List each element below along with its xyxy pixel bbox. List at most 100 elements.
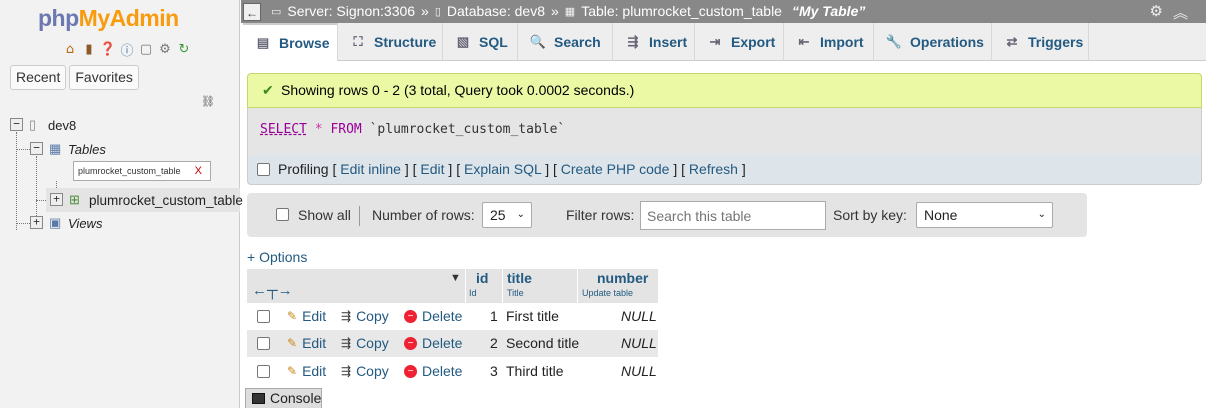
sql-icon: ▧ [456, 34, 470, 49]
copy-icon[interactable]: ▢ [138, 41, 154, 57]
edit-label: Edit [302, 308, 327, 324]
collapse-nav-button[interactable]: ← [243, 3, 261, 21]
options-link[interactable]: + Options [247, 249, 307, 265]
tab-import[interactable]: ⇤ Import [784, 23, 874, 61]
delete-button[interactable]: − Delete [404, 330, 462, 357]
cell-number[interactable]: NULL [621, 358, 657, 385]
create-php-link[interactable]: Create PHP code [561, 161, 670, 177]
collapse-tables-toggle[interactable]: − [30, 142, 43, 155]
column-header-id[interactable]: id Id [465, 269, 502, 303]
pencil-icon: ✎ [287, 364, 298, 378]
row-checkbox[interactable] [257, 310, 270, 323]
row-checkbox[interactable] [257, 337, 270, 350]
profiling-checkbox[interactable] [257, 163, 270, 176]
tab-operations-label: Operations [910, 34, 984, 50]
tables-folder-icon: ▦ [49, 141, 62, 156]
expand-table-toggle[interactable]: + [50, 193, 63, 206]
show-all-checkbox[interactable] [276, 208, 289, 221]
copy-label: Copy [356, 363, 389, 379]
checkmark-icon: ✔ [262, 82, 274, 98]
refresh-link[interactable]: Refresh [689, 161, 738, 177]
delete-button[interactable]: − Delete [404, 358, 462, 385]
tables-node[interactable]: Tables [68, 142, 106, 157]
cell-id[interactable]: 2 [490, 330, 498, 357]
sort-by-key-value: None [924, 207, 958, 223]
table-icon: ▦ [564, 5, 576, 18]
logout-icon[interactable]: ▮ [81, 41, 97, 57]
copy-button[interactable]: ⇶ Copy [341, 303, 389, 330]
views-node[interactable]: Views [68, 216, 102, 231]
filter-rows-input[interactable] [640, 201, 826, 230]
table-filter-input[interactable]: plumrocket_custom_table X [73, 161, 211, 181]
tab-sql-label: SQL [479, 34, 508, 50]
rows-navigation-bar: Show all Number of rows: 25 ⌄ Filter rows… [247, 193, 1087, 237]
favorites-tab[interactable]: Favorites [69, 65, 139, 90]
clear-filter-button[interactable]: X [195, 162, 202, 180]
cell-id[interactable]: 1 [490, 303, 498, 330]
cell-title[interactable]: First title [506, 303, 559, 330]
database-icon: ▯ [29, 117, 37, 132]
sql-query-display[interactable]: SELECT * FROM `plumrocket_custom_table` [247, 108, 1202, 155]
table-node-label[interactable]: plumrocket_custom_table [89, 193, 243, 208]
edit-button[interactable]: ✎ Edit [287, 358, 326, 385]
recent-tab[interactable]: Recent [10, 65, 67, 90]
rows-per-page-select[interactable]: 25 ⌄ [482, 202, 532, 228]
sql-keyword-select[interactable]: SELECT [260, 122, 307, 137]
tab-search-label: Search [554, 34, 601, 50]
row-checkbox[interactable] [257, 365, 270, 378]
reload-icon[interactable]: ↻ [176, 41, 192, 57]
breadcrumb-server[interactable]: Server: Signon:3306 [287, 3, 415, 19]
collapse-db-toggle[interactable]: − [10, 118, 23, 131]
structure-icon: ⛶ [353, 34, 363, 49]
phpmyadmin-logo[interactable]: phpMyAdmin [38, 5, 179, 32]
tab-structure-label: Structure [374, 34, 437, 50]
breadcrumb-database[interactable]: Database: dev8 [447, 3, 545, 19]
edit-button[interactable]: ✎ Edit [287, 330, 326, 357]
column-switcher-icon[interactable]: ←┬→ [252, 282, 293, 299]
tab-insert[interactable]: ⇶ Insert [613, 23, 695, 61]
tab-sql[interactable]: ▧ SQL [443, 23, 518, 61]
cell-title[interactable]: Second title [506, 330, 579, 357]
breadcrumb-table[interactable]: Table: plumrocket_custom_table [581, 3, 782, 19]
home-icon[interactable]: ⌂ [62, 41, 78, 57]
server-icon: ▭ [271, 5, 282, 18]
tab-search[interactable]: 🔍 Search [518, 23, 613, 61]
table-tabs: ▤ Browse ⛶ Structure ▧ SQL 🔍 Search ⇶ Insert … [243, 23, 1206, 61]
edit-button[interactable]: ✎ Edit [287, 303, 326, 330]
db-node-dev8[interactable]: dev8 [48, 118, 76, 133]
delete-button[interactable]: − Delete [404, 303, 462, 330]
column-header-title[interactable]: title Title [502, 269, 577, 303]
logo-text-myadmin: MyAdmin [78, 5, 180, 31]
help-icon[interactable]: ❓ [100, 41, 116, 57]
docs-icon[interactable]: ⓘ [119, 41, 135, 59]
settings-icon[interactable]: ⚙ [1150, 2, 1163, 23]
tab-export[interactable]: ⇥ Export [695, 23, 784, 61]
export-icon: ⇥ [709, 34, 721, 49]
settings-icon[interactable]: ⚙ [157, 41, 173, 57]
sort-by-key-select[interactable]: None ⌄ [916, 202, 1053, 228]
rows-label: Number of rows: [372, 207, 475, 223]
explain-sql-link[interactable]: Explain SQL [464, 161, 541, 177]
console-button[interactable]: Console [245, 388, 322, 408]
copy-button[interactable]: ⇶ Copy [341, 330, 389, 357]
success-message: ✔ Showing rows 0 - 2 (3 total, Query too… [247, 73, 1202, 108]
edit-query-link[interactable]: Edit [420, 161, 444, 177]
cell-title[interactable]: Third title [506, 358, 564, 385]
column-name: number [597, 270, 649, 286]
column-header-number[interactable]: number Update table [577, 269, 658, 303]
table-row: ✎ Edit ⇶ Copy − Delete 2 Second title NULL [247, 330, 658, 357]
cell-id[interactable]: 3 [490, 358, 498, 385]
table-row: ✎ Edit ⇶ Copy − Delete 1 First title NULL [247, 303, 658, 330]
tab-browse[interactable]: ▤ Browse [243, 23, 338, 61]
collapse-icon[interactable]: ︽ [1173, 2, 1188, 23]
tab-operations[interactable]: 🔧 Operations [874, 23, 992, 61]
tab-triggers[interactable]: ⇄ Triggers [992, 23, 1089, 61]
tab-structure[interactable]: ⛶ Structure [338, 23, 443, 61]
link-with-main-icon[interactable]: ⛓ [201, 95, 215, 108]
cell-number[interactable]: NULL [621, 330, 657, 357]
edit-inline-link[interactable]: Edit inline [340, 161, 401, 177]
cell-number[interactable]: NULL [621, 303, 657, 330]
expand-views-toggle[interactable]: + [30, 216, 43, 229]
copy-button[interactable]: ⇶ Copy [341, 358, 389, 385]
sort-dropdown-icon[interactable]: ▼ [450, 272, 461, 284]
